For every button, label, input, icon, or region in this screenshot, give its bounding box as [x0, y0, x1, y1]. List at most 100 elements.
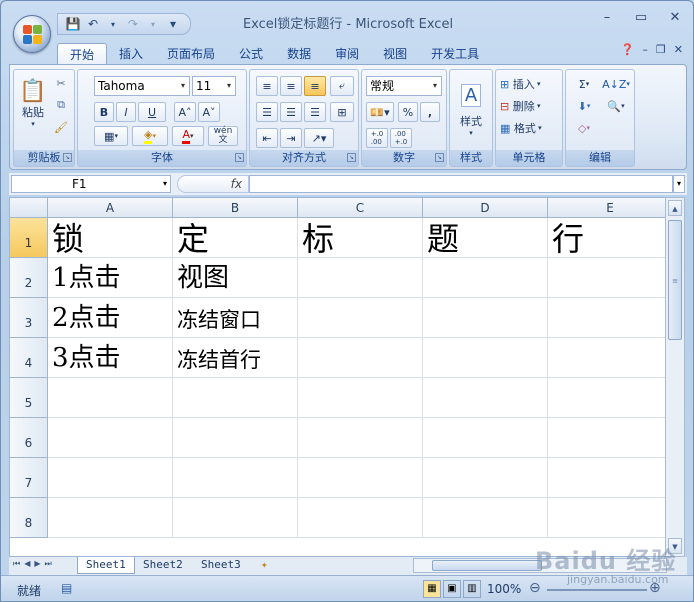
font-name-select[interactable]: Tahoma ▾ [94, 76, 190, 96]
tab-data[interactable]: 数据 [275, 43, 323, 65]
cell-D4[interactable] [423, 338, 548, 378]
cell-A5[interactable] [48, 378, 173, 418]
name-box[interactable]: F1 ▾ [11, 175, 171, 193]
tab-insert[interactable]: 插入 [107, 43, 155, 65]
find-select-button[interactable]: 🔍 ▾ [600, 96, 632, 116]
tab-developer[interactable]: 开发工具 [419, 43, 491, 65]
cell-B5[interactable] [173, 378, 298, 418]
cell-C2[interactable] [298, 258, 423, 298]
page-break-view-icon[interactable]: ▥ [463, 580, 481, 598]
tab-formulas[interactable]: 公式 [227, 43, 275, 65]
percent-button[interactable]: % [398, 102, 418, 122]
merge-center-icon[interactable]: ⊞ [330, 102, 354, 122]
row-header-8[interactable]: 8 [10, 498, 48, 538]
decrease-decimal-button[interactable]: .00 +.0 [390, 128, 412, 148]
row-header-7[interactable]: 7 [10, 458, 48, 498]
number-format-select[interactable]: 常规 ▾ [366, 76, 442, 96]
dialog-launcher-icon[interactable]: ↘ [63, 153, 72, 162]
sheet-tab-1[interactable]: Sheet1 [77, 557, 135, 574]
shrink-font-button[interactable]: A˅ [198, 102, 220, 122]
cell-D5[interactable] [423, 378, 548, 418]
cell-E4[interactable] [548, 338, 666, 378]
insert-cells-button[interactable]: ⊞ 插入 ▾ [500, 74, 560, 94]
row-header-6[interactable]: 6 [10, 418, 48, 458]
close-workbook-icon[interactable]: ✕ [674, 43, 683, 56]
column-header-D[interactable]: D [423, 198, 548, 218]
next-sheet-icon[interactable]: ▶ [34, 559, 40, 569]
copy-icon[interactable]: ⧉ [52, 96, 70, 114]
row-header-2[interactable]: 2 [10, 258, 48, 298]
column-header-B[interactable]: B [173, 198, 298, 218]
cell-A3[interactable]: 2点击 [48, 298, 173, 338]
cell-C1[interactable]: 标 [298, 218, 423, 258]
cell-E8[interactable] [548, 498, 666, 538]
help-icon[interactable]: ❓ [621, 43, 635, 56]
prev-sheet-icon[interactable]: ◀ [24, 559, 30, 569]
cut-icon[interactable]: ✂ [52, 74, 70, 92]
cell-D6[interactable] [423, 418, 548, 458]
decrease-indent-icon[interactable]: ⇤ [256, 128, 278, 148]
cell-A1[interactable]: 锁 [48, 218, 173, 258]
cell-C7[interactable] [298, 458, 423, 498]
cell-C4[interactable] [298, 338, 423, 378]
row-header-4[interactable]: 4 [10, 338, 48, 378]
cell-E7[interactable] [548, 458, 666, 498]
dialog-launcher-icon[interactable]: ↘ [347, 153, 356, 162]
underline-button[interactable]: U [138, 102, 166, 122]
cell-B6[interactable] [173, 418, 298, 458]
vertical-scroll-thumb[interactable]: ≡ [668, 220, 682, 340]
column-header-E[interactable]: E [548, 198, 666, 218]
orientation-icon[interactable]: ↗▾ [304, 128, 334, 148]
cell-C3[interactable] [298, 298, 423, 338]
cell-A7[interactable] [48, 458, 173, 498]
insert-sheet-icon[interactable]: ✦ [253, 557, 276, 574]
column-header-C[interactable]: C [298, 198, 423, 218]
grow-font-button[interactable]: A˄ [174, 102, 196, 122]
normal-view-icon[interactable]: ▦ [423, 580, 441, 598]
delete-cells-button[interactable]: ⊟ 删除 ▾ [500, 96, 560, 116]
vertical-scrollbar[interactable]: ▲ ≡ ▼ [665, 197, 685, 557]
tab-page-layout[interactable]: 页面布局 [155, 43, 227, 65]
borders-button[interactable]: ▦ ▾ [94, 126, 128, 146]
bold-button[interactable]: B [94, 102, 114, 122]
cell-B1[interactable]: 定 [173, 218, 298, 258]
styles-button[interactable]: A 样式 ▾ [452, 74, 490, 146]
row-header-3[interactable]: 3 [10, 298, 48, 338]
sheet-tab-3[interactable]: Sheet3 [193, 557, 249, 574]
cell-C6[interactable] [298, 418, 423, 458]
font-color-button[interactable]: A ▾ [172, 126, 204, 146]
zoom-out-icon[interactable]: ⊖ [529, 580, 541, 596]
cell-E3[interactable] [548, 298, 666, 338]
format-cells-button[interactable]: ▦ 格式 ▾ [500, 118, 560, 138]
cell-E6[interactable] [548, 418, 666, 458]
cell-C5[interactable] [298, 378, 423, 418]
first-sheet-icon[interactable]: ⏮ [13, 559, 20, 569]
align-bottom-icon[interactable]: ≡ [304, 76, 326, 96]
cell-E5[interactable] [548, 378, 666, 418]
column-header-A[interactable]: A [48, 198, 173, 218]
formula-input[interactable] [249, 175, 673, 193]
paste-button[interactable]: 📋 粘贴 ▾ [18, 74, 48, 132]
dialog-launcher-icon[interactable]: ↘ [235, 153, 244, 162]
align-middle-icon[interactable]: ≡ [280, 76, 302, 96]
clear-button[interactable]: ◇ ▾ [570, 118, 598, 138]
italic-button[interactable]: I [116, 102, 136, 122]
macro-record-icon[interactable]: ▤ [61, 581, 72, 595]
cell-B8[interactable] [173, 498, 298, 538]
align-right-icon[interactable]: ☰ [304, 102, 326, 122]
fill-button[interactable]: ⬇ ▾ [570, 96, 598, 116]
cell-E2[interactable] [548, 258, 666, 298]
font-size-select[interactable]: 11 ▾ [192, 76, 236, 96]
cell-D3[interactable] [423, 298, 548, 338]
zoom-level[interactable]: 100% [487, 582, 521, 596]
cell-A4[interactable]: 3点击 [48, 338, 173, 378]
comma-button[interactable]: , [420, 102, 440, 122]
align-top-icon[interactable]: ≡ [256, 76, 278, 96]
align-left-icon[interactable]: ☰ [256, 102, 278, 122]
cell-B4[interactable]: 冻结首行 [173, 338, 298, 378]
increase-indent-icon[interactable]: ⇥ [280, 128, 302, 148]
wrap-text-icon[interactable]: ⤶ [330, 76, 354, 96]
row-header-1[interactable]: 1 [10, 218, 48, 258]
minimize-button[interactable]: – [595, 9, 619, 27]
currency-icon[interactable]: 💴▾ [366, 102, 394, 122]
